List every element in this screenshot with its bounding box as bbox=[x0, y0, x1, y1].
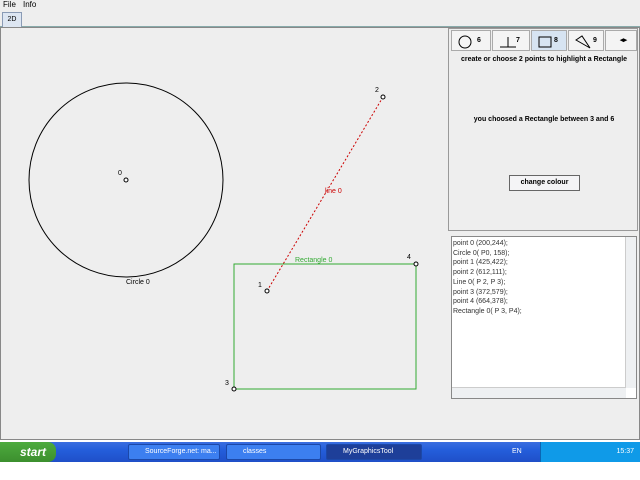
taskbar-item-classes[interactable]: classes bbox=[226, 444, 321, 460]
point-3 bbox=[231, 386, 237, 392]
point-2 bbox=[380, 94, 386, 100]
rectangle-icon bbox=[538, 36, 552, 48]
menu-info[interactable]: Info bbox=[23, 0, 36, 9]
tool-panel: 6 7 8 9 ◂▸ create or choose 2 points to … bbox=[448, 28, 638, 231]
perpendicular-icon bbox=[500, 37, 516, 48]
tool-tab-rectangle[interactable]: 8 bbox=[531, 30, 567, 51]
point-2-label: 2 bbox=[375, 87, 379, 94]
point-4 bbox=[413, 261, 419, 267]
tool-tab-scroll[interactable]: ◂▸ bbox=[605, 30, 637, 51]
taskbar: start SourceForge.net: ma... classes MyG… bbox=[0, 442, 640, 462]
log-line: point 2 (612,111); bbox=[453, 269, 507, 277]
point-0 bbox=[123, 177, 129, 183]
taskbar-item-sourceforge[interactable]: SourceForge.net: ma... bbox=[128, 444, 220, 460]
start-button[interactable]: start bbox=[0, 442, 56, 462]
line-label: line 0 bbox=[325, 188, 342, 195]
taskbar-item-mygraphicstool[interactable]: MyGraphicsTool bbox=[326, 444, 422, 460]
log-textarea[interactable]: point 0 (200,244); Circle 0( P0, 158); p… bbox=[451, 236, 637, 399]
tab-strip bbox=[0, 11, 640, 27]
log-line: point 3 (372,579); bbox=[453, 288, 508, 296]
polygon-icon bbox=[575, 35, 591, 49]
vertical-scrollbar[interactable] bbox=[625, 237, 636, 388]
point-3-label: 3 bbox=[225, 380, 229, 387]
horizontal-scrollbar[interactable] bbox=[452, 387, 626, 398]
tool-tab-perpendicular[interactable]: 7 bbox=[492, 30, 530, 51]
point-1-label: 1 bbox=[258, 282, 262, 289]
log-text: point 0 (200,244); Circle 0( P0, 158); p… bbox=[453, 239, 522, 317]
log-line: Rectangle 0( P 3, P4); bbox=[453, 307, 522, 315]
point-4-label: 4 bbox=[407, 254, 411, 261]
point-0-label: 0 bbox=[118, 170, 122, 177]
menu-bar: File Info bbox=[0, 0, 640, 11]
circle-icon bbox=[458, 35, 472, 49]
tool-tab-circle[interactable]: 6 bbox=[451, 30, 491, 51]
tab-2d[interactable]: 2D bbox=[2, 12, 22, 27]
hint-text: create or choose 2 points to highlight a… bbox=[460, 56, 628, 63]
language-indicator[interactable]: EN bbox=[512, 448, 522, 455]
tool-tab-polygon[interactable]: 9 bbox=[568, 30, 604, 51]
point-1 bbox=[264, 288, 270, 294]
log-line: point 0 (200,244); bbox=[453, 240, 508, 247]
log-line: Line 0( P 2, P 3); bbox=[453, 278, 506, 286]
log-line: point 4 (664,378); bbox=[453, 298, 508, 306]
rect-label: Rectangle 0 bbox=[295, 257, 332, 264]
change-colour-button[interactable]: change colour bbox=[509, 175, 580, 191]
circle-label: Circle 0 bbox=[126, 279, 150, 286]
clock: 15:37 bbox=[616, 448, 634, 455]
menu-file[interactable]: File bbox=[3, 0, 16, 9]
selection-text: you choosed a Rectangle between 3 and 6 bbox=[473, 116, 615, 123]
drawing-canvas[interactable]: 0 Circle 0 line 0 Rectangle 0 1 2 3 4 bbox=[1, 28, 446, 438]
log-line: point 1 (425,422); bbox=[453, 259, 508, 267]
log-line: Circle 0( P0, 158); bbox=[453, 249, 510, 257]
system-tray: 15:37 bbox=[540, 442, 640, 462]
